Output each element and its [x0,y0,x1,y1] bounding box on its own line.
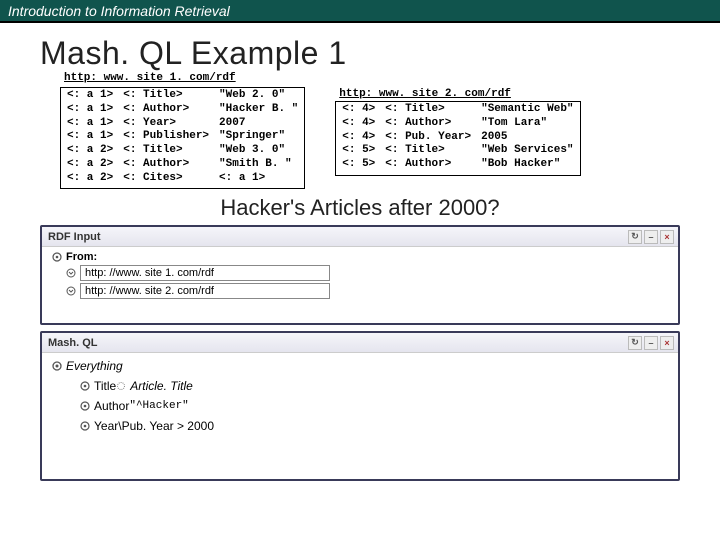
mashql-panel-title: Mash. QL [48,337,98,349]
refresh-icon[interactable]: ↻ [628,230,642,244]
rdf-sources-row: http: www. site 1. com/rdf <: a 1><: Tit… [60,74,680,189]
rdf2-box: <: 4><: Title>"Semantic Web"<: 4><: Auth… [335,101,580,176]
dropdown-icon[interactable] [66,286,76,296]
close-icon[interactable]: × [660,336,674,350]
node-icon[interactable] [52,361,62,371]
gear-icon[interactable] [52,252,62,262]
page-title: Mash. QL Example 1 [40,35,720,72]
rdf-source-2: http: www. site 2. com/rdf <: 4><: Title… [335,88,580,189]
rdf1-url: http: www. site 1. com/rdf [64,72,305,84]
rdf-url-input-1[interactable]: http: //www. site 1. com/rdf [80,265,330,281]
rdf1-box: <: a 1><: Title>"Web 2. 0"<: a 1><: Auth… [60,87,305,189]
header-bar: Introduction to Information Retrieval [0,0,720,23]
minimize-icon[interactable]: – [644,336,658,350]
root-label: Everything [66,359,123,373]
refresh-icon[interactable]: ↻ [628,336,642,350]
rdf-url-input-2[interactable]: http: //www. site 2. com/rdf [80,283,330,299]
gear-icon[interactable] [116,381,126,391]
query-condition: Title Article. Title [80,379,668,393]
mashql-panel: Mash. QL ↻ – × Everything Title Article.… [40,331,680,481]
node-icon[interactable] [80,421,90,431]
query-condition: Year\Pub. Year > 2000 [80,419,668,433]
breadcrumb: Introduction to Information Retrieval [8,3,230,19]
rdf-input-panel: RDF Input ↻ – × From: http: //www. site … [40,225,680,325]
question-text: Hacker's Articles after 2000? [0,195,720,221]
node-icon[interactable] [80,381,90,391]
rdf2-url: http: www. site 2. com/rdf [339,88,580,100]
node-icon[interactable] [80,401,90,411]
from-label: From: [66,251,97,263]
mashql-panel-header: Mash. QL ↻ – × [42,333,678,353]
mashql-body: Everything Title Article. Title Author "^… [42,353,678,439]
rdf-panel-body: From: http: //www. site 1. com/rdf http:… [42,247,678,307]
dropdown-icon[interactable] [66,268,76,278]
rdf-source-1: http: www. site 1. com/rdf <: a 1><: Tit… [60,74,305,189]
close-icon[interactable]: × [660,230,674,244]
rdf-panel-title: RDF Input [48,231,101,243]
rdf-panel-header: RDF Input ↻ – × [42,227,678,247]
minimize-icon[interactable]: – [644,230,658,244]
query-condition: Author "^Hacker" [80,399,668,413]
